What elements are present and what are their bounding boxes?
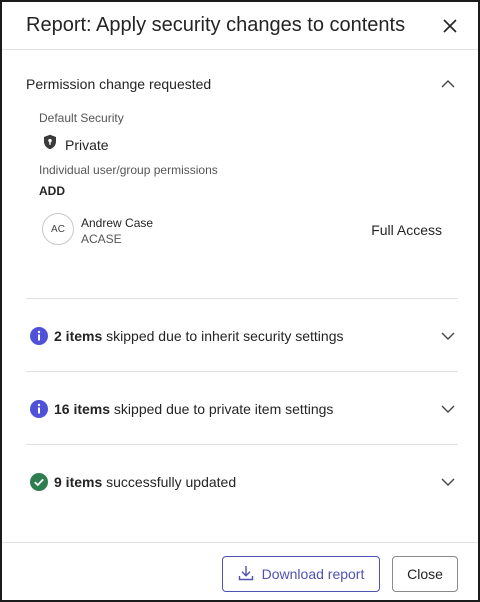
user-name: Andrew Case: [81, 216, 154, 230]
add-action-label: ADD: [39, 184, 65, 198]
divider: [26, 298, 458, 299]
info-icon: [30, 400, 48, 418]
info-icon: [30, 327, 48, 345]
download-icon: [238, 565, 254, 584]
user-permission-row: AC Andrew Case ACASE Full Access: [42, 213, 458, 246]
individual-permissions-label: Individual user/group permissions: [39, 163, 218, 177]
summary-text: 2 items skipped due to inherit security …: [54, 328, 344, 344]
permission-section-header[interactable]: Permission change requested: [26, 64, 458, 104]
avatar: AC: [42, 213, 74, 245]
dialog-footer: Download report Close: [2, 542, 478, 600]
dialog-header: Report: Apply security changes to conten…: [2, 2, 478, 50]
download-report-button[interactable]: Download report: [222, 556, 380, 592]
chevron-up-icon[interactable]: [438, 74, 458, 94]
report-dialog: Report: Apply security changes to conten…: [0, 0, 480, 602]
chevron-down-icon[interactable]: [438, 326, 458, 346]
check-circle-icon: [30, 473, 48, 491]
summary-row-updated[interactable]: 9 items successfully updated: [26, 469, 458, 495]
close-icon[interactable]: [438, 14, 462, 38]
default-security-label: Default Security: [39, 111, 124, 125]
permission-section-title: Permission change requested: [26, 76, 212, 92]
chevron-down-icon[interactable]: [438, 472, 458, 492]
shield-icon: [43, 134, 57, 155]
download-report-label: Download report: [261, 566, 365, 582]
user-id: ACASE: [81, 232, 122, 246]
permission-section: Permission change requested Default Secu…: [26, 64, 458, 246]
private-label: Private: [65, 136, 109, 153]
summary-text: 16 items skipped due to private item set…: [54, 401, 334, 417]
close-button[interactable]: Close: [392, 556, 458, 592]
divider: [26, 371, 458, 372]
access-level: Full Access: [371, 222, 442, 238]
default-security-value: Private: [43, 134, 109, 155]
summary-text: 9 items successfully updated: [54, 474, 237, 490]
summary-row-private[interactable]: 16 items skipped due to private item set…: [26, 396, 458, 422]
chevron-down-icon[interactable]: [438, 399, 458, 419]
dialog-title: Report: Apply security changes to conten…: [26, 14, 406, 36]
divider: [26, 444, 458, 445]
summary-row-inherit[interactable]: 2 items skipped due to inherit security …: [26, 323, 458, 349]
